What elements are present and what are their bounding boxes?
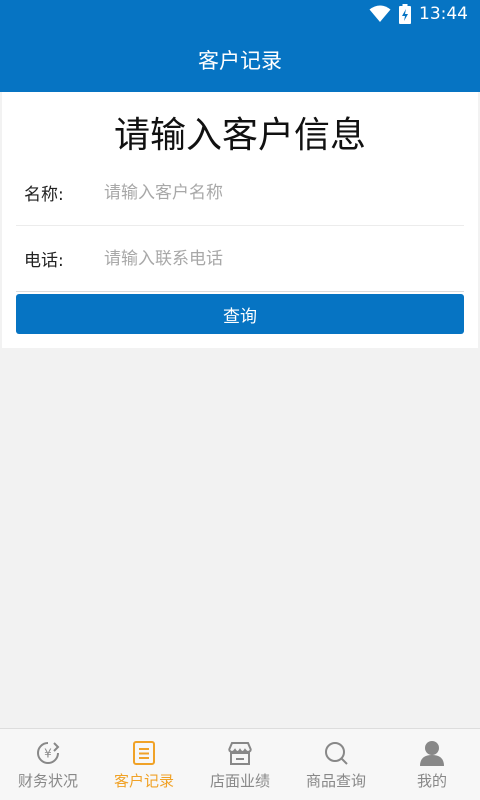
tab-store-performance[interactable]: 店面业绩 xyxy=(192,729,288,800)
tab-label: 客户记录 xyxy=(113,772,174,790)
bottom-tab-bar: ¥ 财务状况 客户记录 店面业绩 商品查询 我的 xyxy=(0,728,480,800)
customer-name-input[interactable] xyxy=(104,182,464,203)
name-label: 名称: xyxy=(24,185,64,205)
tab-mine[interactable]: 我的 xyxy=(384,729,480,800)
query-button[interactable]: 查询 xyxy=(16,294,464,334)
tab-label: 店面业绩 xyxy=(209,772,270,790)
user-icon xyxy=(417,738,447,768)
customer-record-icon xyxy=(129,738,159,768)
tab-product-search[interactable]: 商品查询 xyxy=(288,729,384,800)
tab-label: 我的 xyxy=(416,772,447,790)
tab-finance[interactable]: ¥ 财务状况 xyxy=(0,729,96,800)
battery-icon xyxy=(399,4,411,24)
phone-label: 电话: xyxy=(24,251,64,271)
svg-text:¥: ¥ xyxy=(44,747,52,761)
tab-label: 财务状况 xyxy=(17,772,78,790)
tab-customer-record[interactable]: 客户记录 xyxy=(96,729,192,800)
status-time: 13:44 xyxy=(419,4,468,24)
status-bar: 13:44 xyxy=(0,0,480,28)
tab-label: 商品查询 xyxy=(305,772,366,790)
store-icon xyxy=(225,738,255,768)
page-title: 客户记录 xyxy=(198,49,282,73)
customer-search-form: 请输入客户信息 名称: 电话: 查询 xyxy=(2,92,478,348)
search-icon xyxy=(321,738,351,768)
wifi-icon xyxy=(369,5,391,23)
form-heading: 请输入客户信息 xyxy=(113,115,366,156)
phone-row: 电话: xyxy=(16,226,464,292)
page-title-bar: 客户记录 xyxy=(0,28,480,92)
name-row: 名称: xyxy=(16,160,464,226)
phone-input[interactable] xyxy=(104,248,464,269)
finance-icon: ¥ xyxy=(33,738,63,768)
